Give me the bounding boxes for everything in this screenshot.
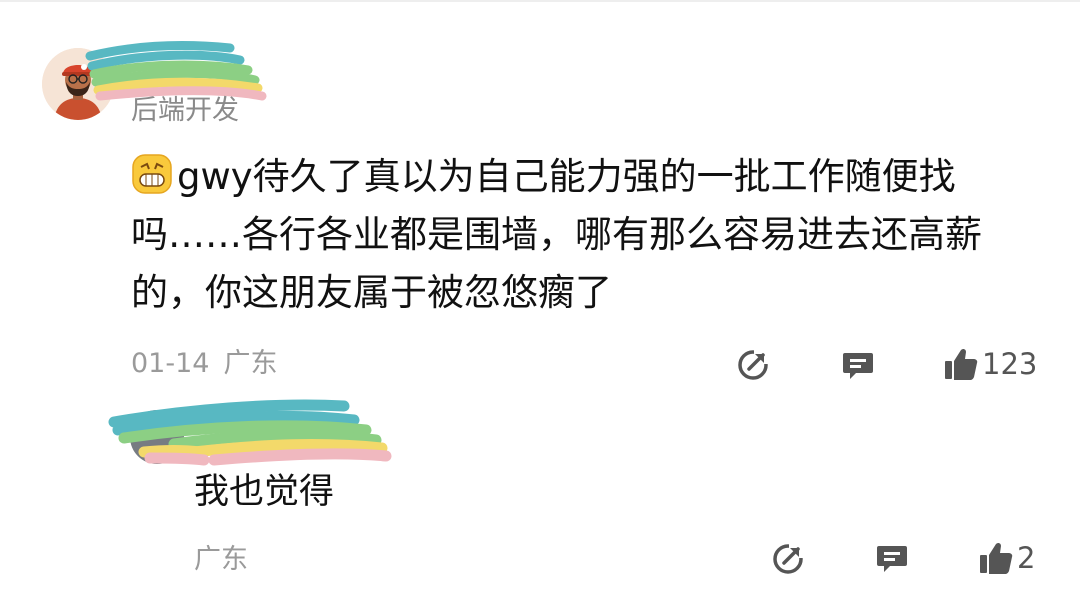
like-count: 2 bbox=[1017, 541, 1036, 575]
divider bbox=[0, 0, 1080, 2]
like-button[interactable]: 2 bbox=[978, 540, 1035, 576]
redaction-scribble bbox=[108, 399, 392, 466]
share-icon bbox=[773, 544, 803, 574]
reply-text: 我也觉得 bbox=[194, 472, 335, 512]
share-button[interactable] bbox=[771, 542, 805, 576]
reply-button[interactable] bbox=[841, 349, 875, 383]
comment-location: 广东 bbox=[223, 348, 278, 379]
thumbs-up-icon bbox=[945, 348, 978, 380]
reply-button[interactable] bbox=[875, 542, 909, 576]
comment-meta: 01-14 广东 bbox=[131, 346, 277, 382]
reply-location: 广东 bbox=[194, 544, 248, 575]
like-count: 123 bbox=[982, 347, 1038, 381]
thumbs-up-icon bbox=[980, 542, 1013, 574]
comment-date: 01-14 bbox=[131, 348, 210, 379]
comment-text-content: gwy待久了真以为自己能力强的一批工作随便找吗……各行各业都是围墙，哪有那么容易… bbox=[131, 155, 982, 314]
author-tag: 后端开发 bbox=[131, 95, 239, 126]
grinning-face-icon bbox=[131, 153, 173, 195]
comment-thread: 后端开发 gwy待久了真以为自己能力强的一批工作随便找吗……各行各业都是围墙，哪… bbox=[0, 0, 1080, 592]
comment-icon bbox=[843, 353, 873, 379]
share-icon bbox=[738, 350, 768, 380]
comment-icon bbox=[877, 546, 907, 572]
like-button[interactable]: 123 bbox=[943, 346, 1037, 382]
share-button[interactable] bbox=[736, 348, 770, 382]
comment-text: gwy待久了真以为自己能力强的一批工作随便找吗……各行各业都是围墙，哪有那么容易… bbox=[131, 148, 1051, 322]
